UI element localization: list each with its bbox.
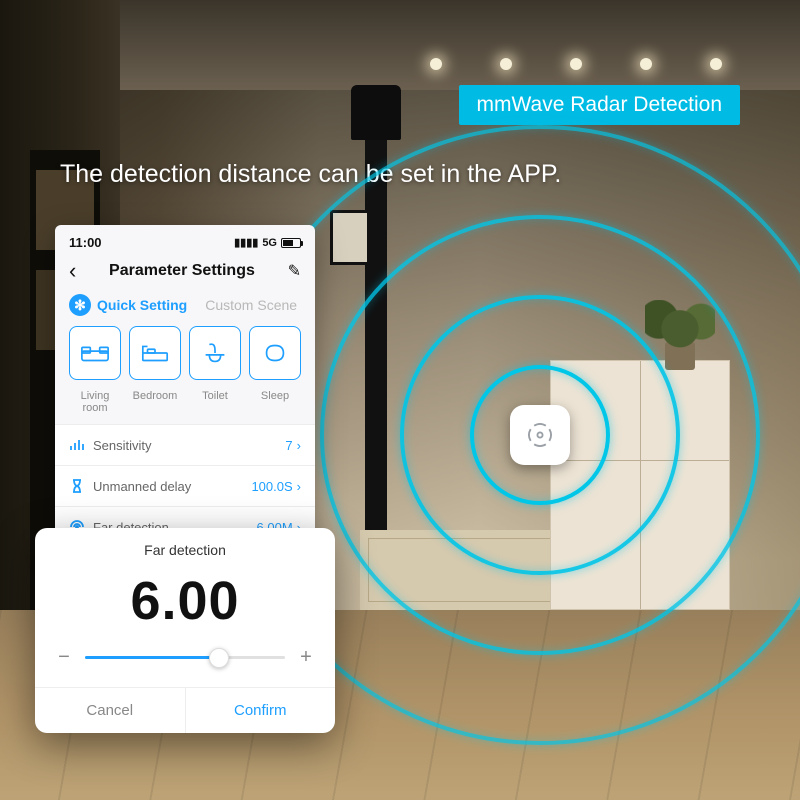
plus-button[interactable]: +: [297, 646, 315, 669]
slider-track[interactable]: [85, 656, 285, 659]
row-unmanned-delay[interactable]: Unmanned delay 100.0S ›: [55, 465, 315, 506]
row-sensitivity[interactable]: Sensitivity 7 ›: [55, 424, 315, 465]
page-title: Parameter Settings: [109, 262, 255, 280]
network-label: 5G: [262, 237, 277, 249]
scene-label: Sleep: [249, 390, 301, 414]
chevron-right-icon: ›: [297, 479, 301, 494]
hourglass-icon: [69, 478, 85, 494]
sensor-device: [510, 405, 570, 465]
tab-quick-setting[interactable]: ✻ Quick Setting: [69, 294, 187, 316]
row-label: Sensitivity: [93, 438, 152, 453]
scene-toilet[interactable]: [189, 326, 241, 380]
scene-label: Living room: [69, 390, 121, 414]
sensor-icon: [526, 421, 554, 449]
tab-label: Quick Setting: [97, 297, 187, 313]
ceiling: [0, 0, 800, 90]
scene-sleep[interactable]: [249, 326, 301, 380]
status-time: 11:00: [69, 235, 102, 250]
signal-icon: ▮▮▮▮: [234, 236, 258, 249]
tab-custom-scene[interactable]: Custom Scene: [205, 297, 297, 313]
tabs: ✻ Quick Setting Custom Scene: [55, 294, 315, 326]
sheet-title: Far detection: [35, 528, 335, 564]
sheet-value: 6.00: [35, 564, 335, 640]
scene-bedroom[interactable]: [129, 326, 181, 380]
slider-thumb[interactable]: [209, 648, 229, 668]
minus-button[interactable]: −: [55, 646, 73, 669]
confirm-button[interactable]: Confirm: [186, 688, 336, 733]
scene-row: [55, 326, 315, 390]
slider[interactable]: − +: [35, 640, 335, 687]
gear-icon: ✻: [69, 294, 91, 316]
feature-badge: mmWave Radar Detection: [459, 85, 740, 125]
bars-icon: [69, 437, 85, 453]
cancel-button[interactable]: Cancel: [35, 688, 186, 733]
edit-icon[interactable]: ✎: [288, 261, 301, 281]
scene-labels: Living room Bedroom Toilet Sleep: [55, 390, 315, 424]
back-icon[interactable]: ‹: [69, 260, 76, 282]
row-value: 100.0S: [251, 479, 292, 494]
scene-living-room[interactable]: [69, 326, 121, 380]
scene-label: Bedroom: [129, 390, 181, 414]
row-label: Unmanned delay: [93, 479, 191, 494]
battery-icon: [281, 238, 301, 248]
far-detection-sheet: Far detection 6.00 − + Cancel Confirm: [35, 528, 335, 733]
slider-fill: [85, 656, 219, 659]
chevron-right-icon: ›: [297, 438, 301, 453]
phone-mockup: 11:00 ▮▮▮▮ 5G ‹ Parameter Settings ✎ ✻ Q…: [55, 225, 315, 547]
scene-label: Toilet: [189, 390, 241, 414]
app-bar: ‹ Parameter Settings ✎: [55, 254, 315, 294]
row-value: 7: [285, 438, 292, 453]
status-bar: 11:00 ▮▮▮▮ 5G: [55, 225, 315, 254]
